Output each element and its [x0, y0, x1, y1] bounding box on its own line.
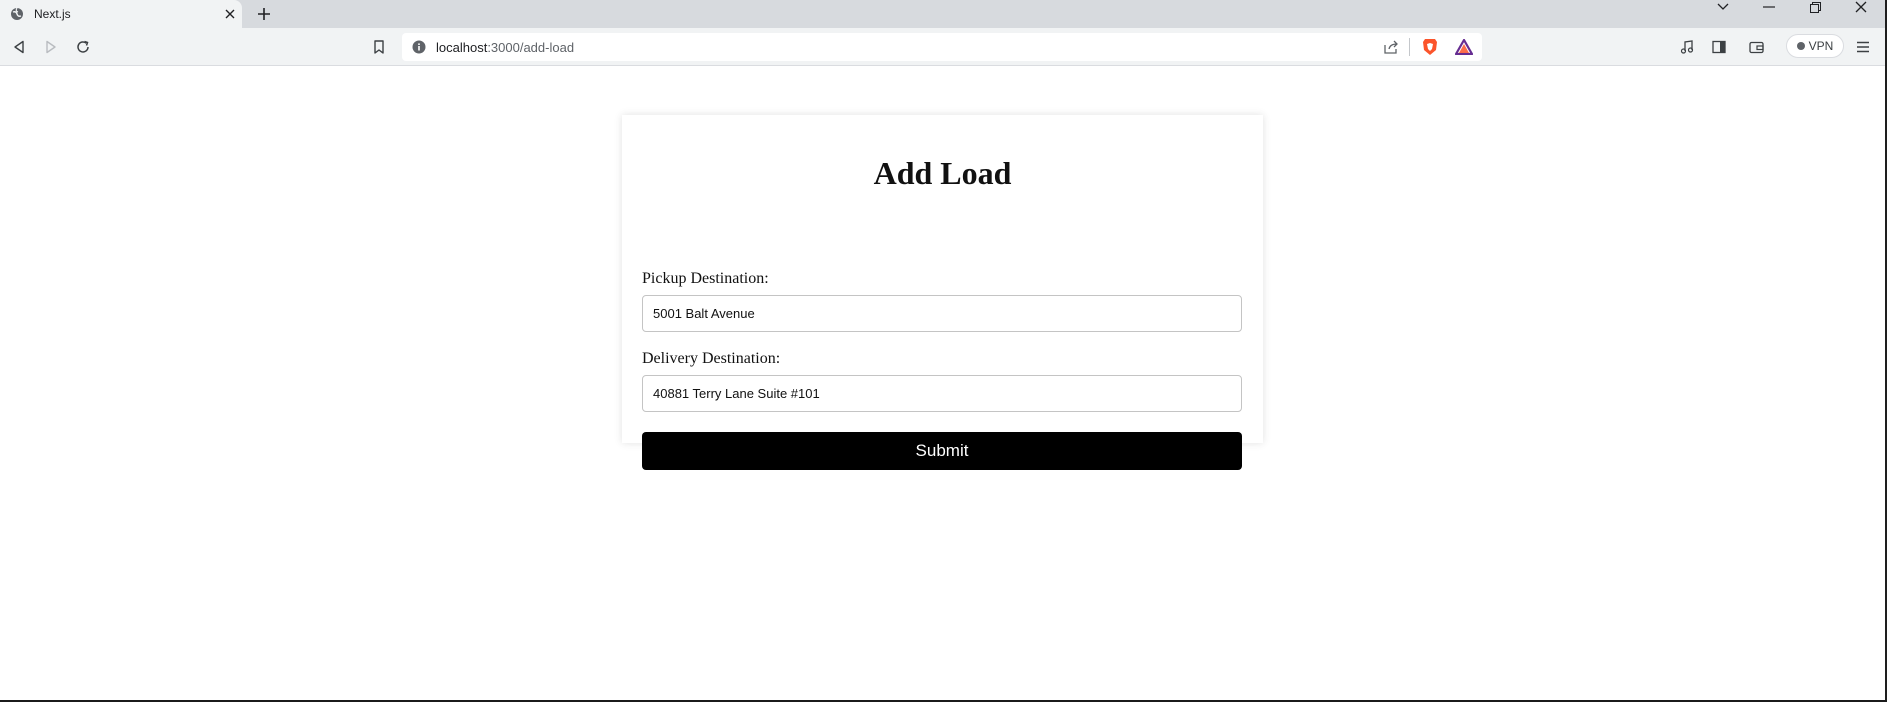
- address-bar[interactable]: localhost:3000/add-load: [402, 33, 1482, 61]
- sidebar-toggle-icon[interactable]: [1708, 36, 1730, 58]
- url-text: localhost:3000/add-load: [436, 40, 574, 55]
- vpn-label: VPN: [1808, 39, 1834, 53]
- browser-toolbar: localhost:3000/add-load VPN: [0, 28, 1885, 66]
- pickup-label: Pickup Destination:: [642, 270, 769, 287]
- delivery-destination-input[interactable]: [642, 375, 1242, 412]
- minimize-icon[interactable]: [1746, 0, 1792, 14]
- tab-search-chevron-icon[interactable]: [1700, 0, 1746, 14]
- brave-rewards-icon[interactable]: [1453, 36, 1475, 58]
- restore-icon[interactable]: [1792, 0, 1838, 14]
- url-host: localhost: [436, 40, 488, 55]
- close-tab-icon[interactable]: [222, 6, 238, 22]
- tab-nextjs[interactable]: Next.js: [0, 0, 242, 28]
- reload-icon[interactable]: [72, 36, 94, 58]
- back-icon[interactable]: [8, 36, 30, 58]
- site-info-icon[interactable]: [412, 40, 426, 54]
- new-tab-icon[interactable]: [255, 5, 273, 23]
- vpn-button[interactable]: VPN: [1786, 34, 1844, 58]
- menu-hamburger-icon[interactable]: [1852, 36, 1874, 58]
- wallet-icon[interactable]: [1745, 36, 1767, 58]
- tab-title: Next.js: [34, 7, 71, 21]
- delivery-label: Delivery Destination:: [642, 350, 781, 367]
- media-music-icon[interactable]: [1676, 36, 1698, 58]
- page-title: Add Load: [873, 155, 1012, 191]
- add-load-form: Add Load Pickup Destination: Delivery De…: [622, 115, 1263, 470]
- bookmark-icon[interactable]: [368, 36, 390, 58]
- vpn-status-icon: [1796, 42, 1805, 50]
- pickup-destination-input[interactable]: [642, 295, 1242, 332]
- toolbar-divider: [1409, 38, 1410, 56]
- share-icon[interactable]: [1380, 36, 1402, 58]
- submit-button[interactable]: Submit: [642, 432, 1242, 470]
- close-window-icon[interactable]: [1838, 0, 1884, 14]
- tab-strip: Next.js: [0, 0, 1885, 28]
- url-path: :3000/add-load: [487, 40, 575, 55]
- browser-window: Next.js localhost:3000/add-load VPN Add …: [0, 0, 1887, 700]
- brave-shields-icon[interactable]: [1419, 36, 1441, 58]
- forward-icon[interactable]: [40, 36, 62, 58]
- globe-icon: [10, 7, 24, 21]
- page-content: Add Load Pickup Destination: Delivery De…: [0, 67, 1885, 700]
